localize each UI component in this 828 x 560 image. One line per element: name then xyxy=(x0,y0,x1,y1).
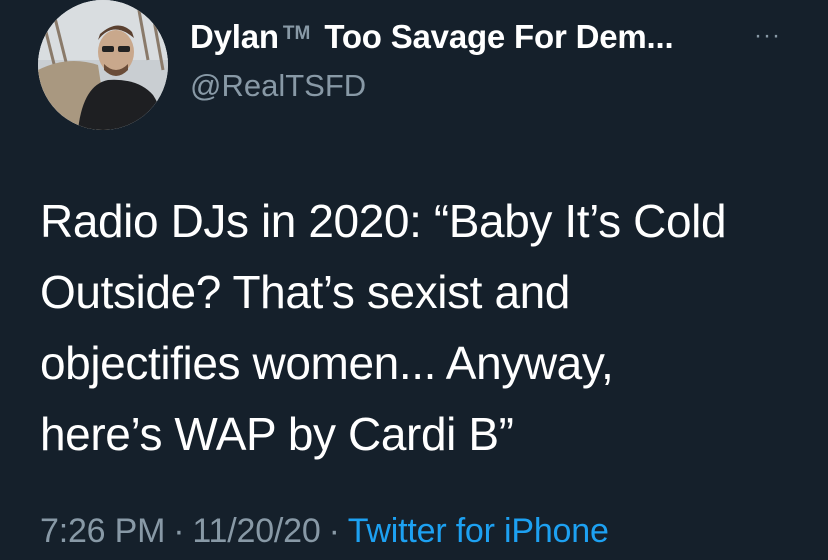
avatar[interactable] xyxy=(38,0,168,130)
separator: · xyxy=(173,512,185,550)
tweet: Dylan TM Too Savage For Dem... ··· @Real… xyxy=(0,0,828,560)
separator: · xyxy=(328,512,340,550)
display-name[interactable]: Dylan xyxy=(190,18,279,56)
tweet-header: Dylan TM Too Savage For Dem... ··· @Real… xyxy=(190,18,810,104)
tweet-text-line: here’s WAP by Cardi B” xyxy=(40,408,514,460)
tweet-text-line: Radio DJs in 2020: “Baby It’s Cold xyxy=(40,195,727,247)
name-row: Dylan TM Too Savage For Dem... xyxy=(190,18,810,62)
avatar-photo xyxy=(38,0,168,130)
tweet-text-line: Outside? That’s sexist and xyxy=(40,266,570,318)
more-horizontal-icon[interactable]: ··· xyxy=(754,22,781,50)
tweet-source-link[interactable]: Twitter for iPhone xyxy=(348,512,609,550)
tweet-time[interactable]: 7:26 PM xyxy=(40,512,165,550)
tweet-text-line: objectifies women... Anyway, xyxy=(40,337,614,389)
display-name-suffix[interactable]: Too Savage For Dem... xyxy=(324,18,673,56)
tweet-text: Radio DJs in 2020: “Baby It’s Cold Outsi… xyxy=(40,186,820,470)
tweet-metadata: 7:26 PM · 11/20/20 · Twitter for iPhone xyxy=(40,512,609,551)
tweet-date[interactable]: 11/20/20 xyxy=(192,512,320,550)
trademark-mark: TM xyxy=(282,23,311,44)
user-handle[interactable]: @RealTSFD xyxy=(190,68,810,104)
